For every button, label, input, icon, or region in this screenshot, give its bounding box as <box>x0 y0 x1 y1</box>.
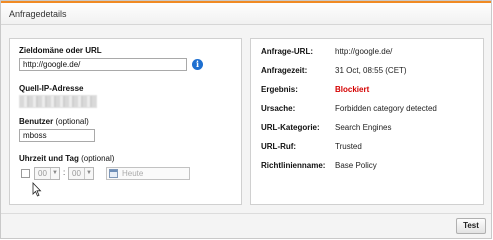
detail-key-cause: Ursache: <box>261 104 296 113</box>
user-input[interactable]: mboss <box>19 129 95 142</box>
time-label: Uhrzeit und Tag (optional) <box>19 154 115 163</box>
detail-key-url-reputation: URL-Ruf: <box>261 142 297 151</box>
header-accent-bar <box>1 1 491 3</box>
detail-key-url-category: URL-Kategorie: <box>261 123 320 132</box>
domain-label: Zieldomäne oder URL <box>19 46 102 55</box>
detail-value-url-reputation: Trusted <box>335 142 362 151</box>
minute-select[interactable]: 00 ▼ <box>68 167 94 180</box>
panel-title: Anfragedetails <box>9 9 67 19</box>
detail-value-cause: Forbidden category detected <box>335 104 437 113</box>
detail-key-request-time: Anfragezeit: <box>261 66 308 75</box>
detail-key-request-url: Anfrage-URL: <box>261 47 313 56</box>
detail-key-policy-name: Richtlinienname: <box>261 161 326 170</box>
date-input[interactable]: Heute <box>106 167 190 180</box>
minute-select-value: 00 <box>72 169 81 178</box>
panel-header: Anfragedetails <box>1 1 491 25</box>
chevron-down-icon: ▼ <box>84 168 93 179</box>
date-placeholder: Heute <box>122 169 144 178</box>
time-enable-checkbox[interactable] <box>21 169 30 178</box>
request-details-panel: Anfragedetails Zieldomäne oder URL http:… <box>0 0 492 239</box>
hour-select-value: 00 <box>38 169 47 178</box>
calendar-icon <box>109 169 118 178</box>
detail-value-request-time: 31 Oct, 08:55 (CET) <box>335 66 407 75</box>
mouse-cursor-icon <box>32 182 42 197</box>
source-ip-input[interactable] <box>19 95 97 108</box>
footer-divider <box>1 213 491 214</box>
domain-input[interactable]: http://google.de/ <box>19 58 187 71</box>
source-ip-label: Quell-IP-Adresse <box>19 84 84 93</box>
time-separator: : <box>63 168 66 177</box>
hour-select[interactable]: 00 ▼ <box>34 167 60 180</box>
chevron-down-icon: ▼ <box>50 168 59 179</box>
query-form: Zieldomäne oder URL http://google.de/ i … <box>9 38 242 205</box>
user-label: Benutzer (optional) <box>19 117 89 126</box>
detail-value-policy-name: Base Policy <box>335 161 377 170</box>
detail-value-result: Blockiert <box>335 85 370 94</box>
detail-value-url-category: Search Engines <box>335 123 392 132</box>
detail-value-request-url: http://google.de/ <box>335 47 393 56</box>
result-details: Anfrage-URL: http://google.de/ Anfrageze… <box>250 38 484 205</box>
detail-key-result: Ergebnis: <box>261 85 298 94</box>
test-button[interactable]: Test <box>456 218 486 234</box>
info-icon[interactable]: i <box>192 59 203 70</box>
